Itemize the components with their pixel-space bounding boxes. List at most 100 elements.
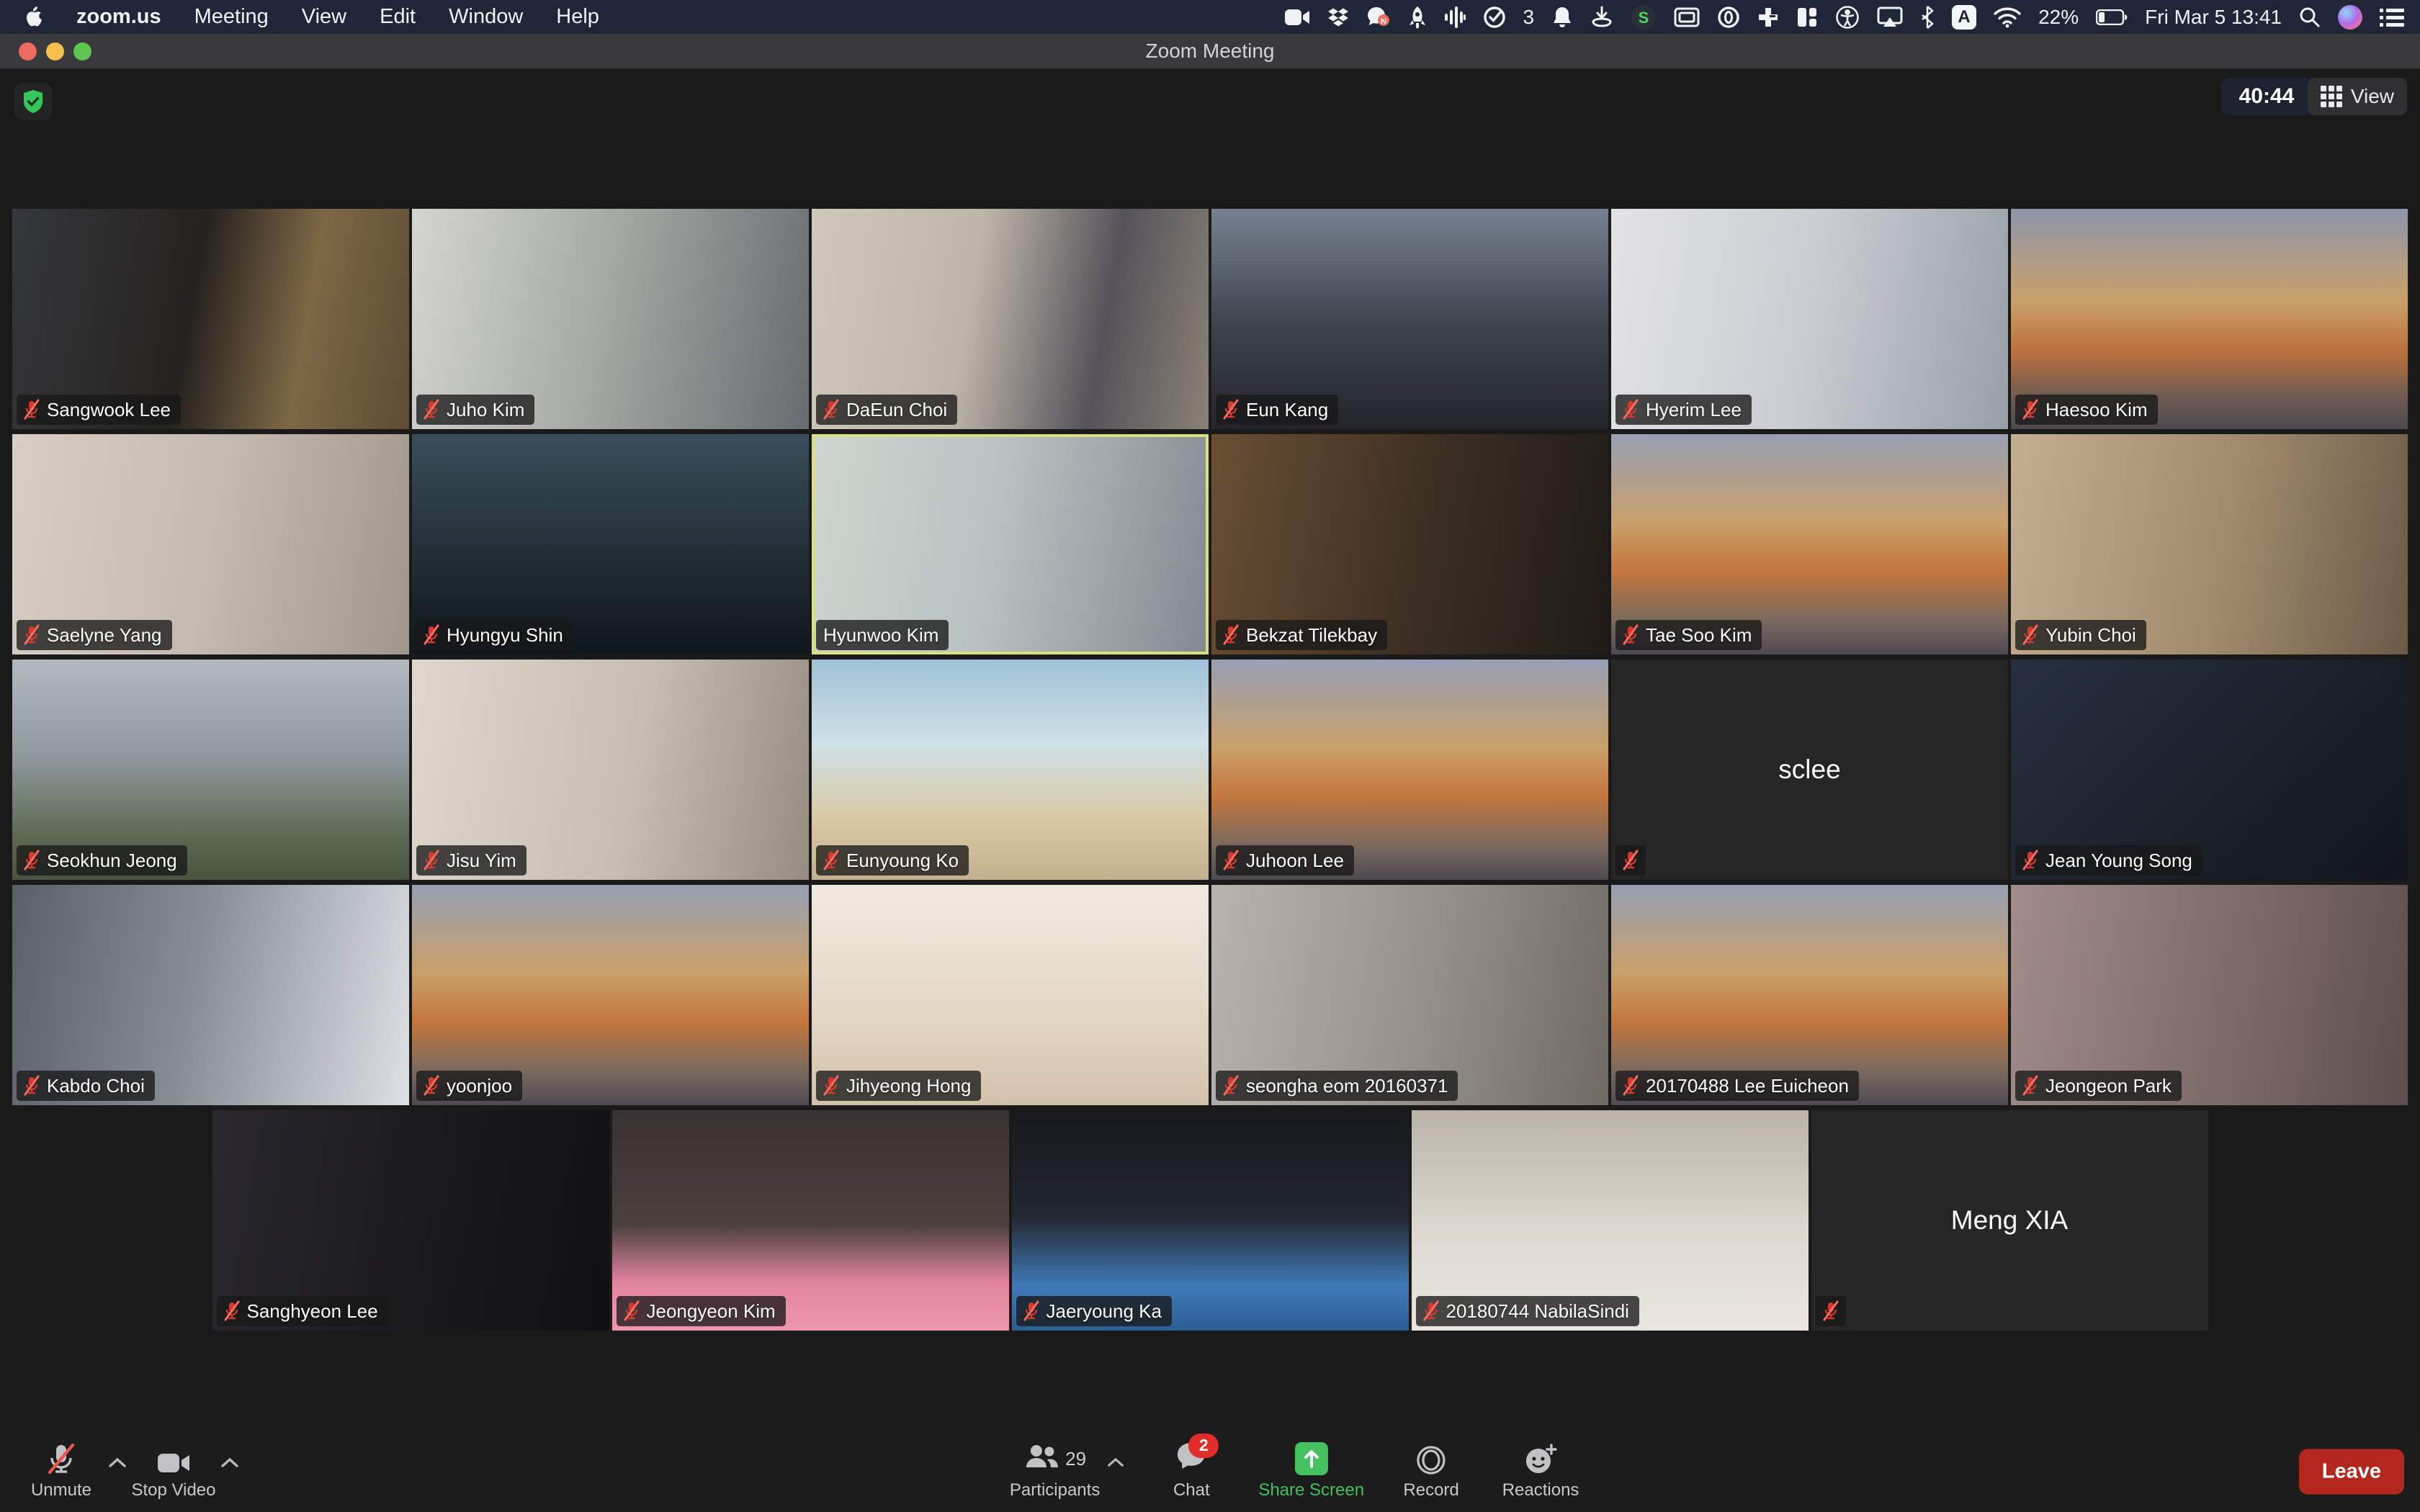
video-camera-icon[interactable] [1284,4,1310,30]
chat-notification-icon[interactable]: N [1366,4,1391,30]
participant-tile[interactable]: Seokhun Jeong [12,660,409,880]
menu-window[interactable]: Window [449,5,523,29]
mic-muted-icon [2022,624,2038,646]
menu-bar-clock[interactable]: Fri Mar 5 13:41 [2145,6,2282,29]
participant-tile[interactable]: Hyungyu Shin [412,434,809,654]
menu-meeting[interactable]: Meeting [194,5,269,29]
participant-tile[interactable]: Sangwook Lee [12,209,409,429]
view-button[interactable]: View [2308,78,2407,115]
participant-name: Jeongeon Park [2045,1075,2172,1097]
mic-muted-icon [1823,1300,1839,1322]
participants-button[interactable]: 29 Participants [1010,1444,1100,1500]
audio-waveform-icon[interactable] [1444,4,1466,30]
menu-zoom-us[interactable]: zoom.us [76,5,161,29]
participant-tile[interactable]: Hyunwoo Kim [812,434,1209,654]
participant-tile[interactable]: Eunyoung Ko [812,660,1209,880]
participant-name-label: Jean Young Song [2015,845,2202,876]
participant-tile[interactable]: 20180744 NabilaSindi [1412,1110,1809,1331]
participant-name: Tae Soo Kim [1646,624,1752,647]
participant-tile[interactable]: Kabdo Choi [12,885,409,1105]
list-menu-icon[interactable] [2380,4,2404,30]
chat-label: Chat [1173,1480,1210,1500]
participant-tile[interactable]: Haesoo Kim [2011,209,2408,429]
participant-tile[interactable]: Hyerim Lee [1611,209,2008,429]
unmute-button[interactable]: Unmute [19,1444,104,1500]
window-capture-icon[interactable] [1674,4,1700,30]
download-tray-icon[interactable] [1590,4,1613,30]
participant-tile[interactable]: Saelyne Yang [12,434,409,654]
mic-muted-icon [1223,399,1239,420]
participant-name-label: Sanghyeon Lee [217,1296,388,1326]
participant-tile[interactable]: Juhoon Lee [1211,660,1608,880]
bluetooth-icon[interactable] [1920,4,1935,30]
participant-name: Eunyoung Ko [846,850,959,872]
s-app-icon[interactable]: S [1631,4,1657,30]
plus-tool-icon[interactable] [1757,4,1779,30]
participant-tile[interactable]: Jihyeong Hong [812,885,1209,1105]
audio-options-chevron[interactable] [108,1457,127,1468]
share-screen-icon [1295,1442,1328,1475]
participant-tile[interactable]: Tae Soo Kim [1611,434,2008,654]
participant-name: Jisu Yim [447,850,516,872]
participants-options-chevron[interactable] [1107,1457,1124,1467]
mic-muted-icon [1623,399,1639,420]
menu-edit[interactable]: Edit [380,5,416,29]
apple-logo-icon[interactable] [24,4,43,30]
chat-button[interactable]: 2 Chat [1149,1444,1234,1500]
accessibility-icon[interactable] [1835,4,1860,30]
participant-tile[interactable]: Jeongyeon Kim [612,1110,1009,1331]
record-label: Record [1403,1480,1458,1500]
record-button[interactable]: Record [1389,1444,1474,1500]
participant-tile[interactable]: yoonjoo [412,885,809,1105]
stop-video-button[interactable]: Stop Video [131,1444,216,1500]
circle-o-icon[interactable] [1717,4,1740,30]
gallery-row: Sangwook Lee Juho KimDaEun ChoiEun Kang Hy… [12,209,2408,429]
participant-name-label: Seokhun Jeong [17,845,187,876]
participant-tile[interactable]: Bekzat Tilekbay [1211,434,1608,654]
check-count: 3 [1523,6,1535,29]
participant-tile[interactable]: Jean Young Song [2011,660,2408,880]
airplay-display-icon[interactable] [1877,4,1903,30]
check-circle-icon[interactable] [1483,4,1506,30]
participant-tile[interactable]: Jaeryoung Ka [1012,1110,1409,1331]
dropbox-icon[interactable] [1327,4,1349,30]
input-source-icon[interactable]: A [1952,5,1976,30]
participant-name-label: 20180744 NabilaSindi [1416,1296,1639,1326]
participant-tile[interactable]: Yubin Choi [2011,434,2408,654]
meeting-security-shield[interactable] [14,83,52,120]
participant-tile[interactable]: Eun Kang [1211,209,1608,429]
participant-name-label: yoonjoo [416,1071,522,1101]
stop-video-label: Stop Video [132,1480,216,1500]
participant-name-label: Jaeryoung Ka [1016,1296,1172,1326]
participant-tile[interactable]: Jisu Yim [412,660,809,880]
participant-name: Hyunwoo Kim [823,624,938,647]
participant-name-label: Eun Kang [1216,395,1338,425]
battery-icon [2096,4,2128,30]
participant-tile[interactable]: sclee [1611,660,2008,880]
participant-name-label: Eunyoung Ko [816,845,969,876]
participant-name: Sangwook Lee [47,399,171,421]
participant-name-label: Saelyne Yang [17,620,172,650]
video-options-chevron[interactable] [220,1457,239,1468]
participant-tile[interactable]: Sanghyeon Lee [212,1110,609,1331]
leave-button[interactable]: Leave [2299,1449,2404,1495]
participant-tile[interactable]: Juho Kim [412,209,809,429]
mic-muted-icon [1623,850,1639,871]
menu-view[interactable]: View [302,5,346,29]
share-screen-button[interactable]: Share Screen [1258,1444,1364,1500]
participant-tile[interactable]: Meng XIA [1811,1110,2208,1331]
rocket-icon[interactable] [1408,4,1427,30]
mic-muted-icon [823,850,839,871]
split-layout-icon[interactable] [1796,4,1818,30]
participant-tile[interactable]: seongha eom 20160371 [1211,885,1608,1105]
spotlight-icon[interactable] [2299,4,2321,30]
menu-help[interactable]: Help [556,5,599,29]
participant-tile[interactable]: DaEun Choi [812,209,1209,429]
participant-tile[interactable]: 20170488 Lee Euicheon [1611,885,2008,1105]
meeting-stage: 40:44 View Sangwook LeeJuho KimDaEun Cho… [0,68,2420,1431]
bell-icon[interactable] [1551,4,1573,30]
reactions-button[interactable]: Reactions [1498,1444,1583,1500]
siri-icon[interactable] [2338,5,2362,30]
participant-tile[interactable]: Jeongeon Park [2011,885,2408,1105]
wifi-icon[interactable] [1994,4,2021,30]
